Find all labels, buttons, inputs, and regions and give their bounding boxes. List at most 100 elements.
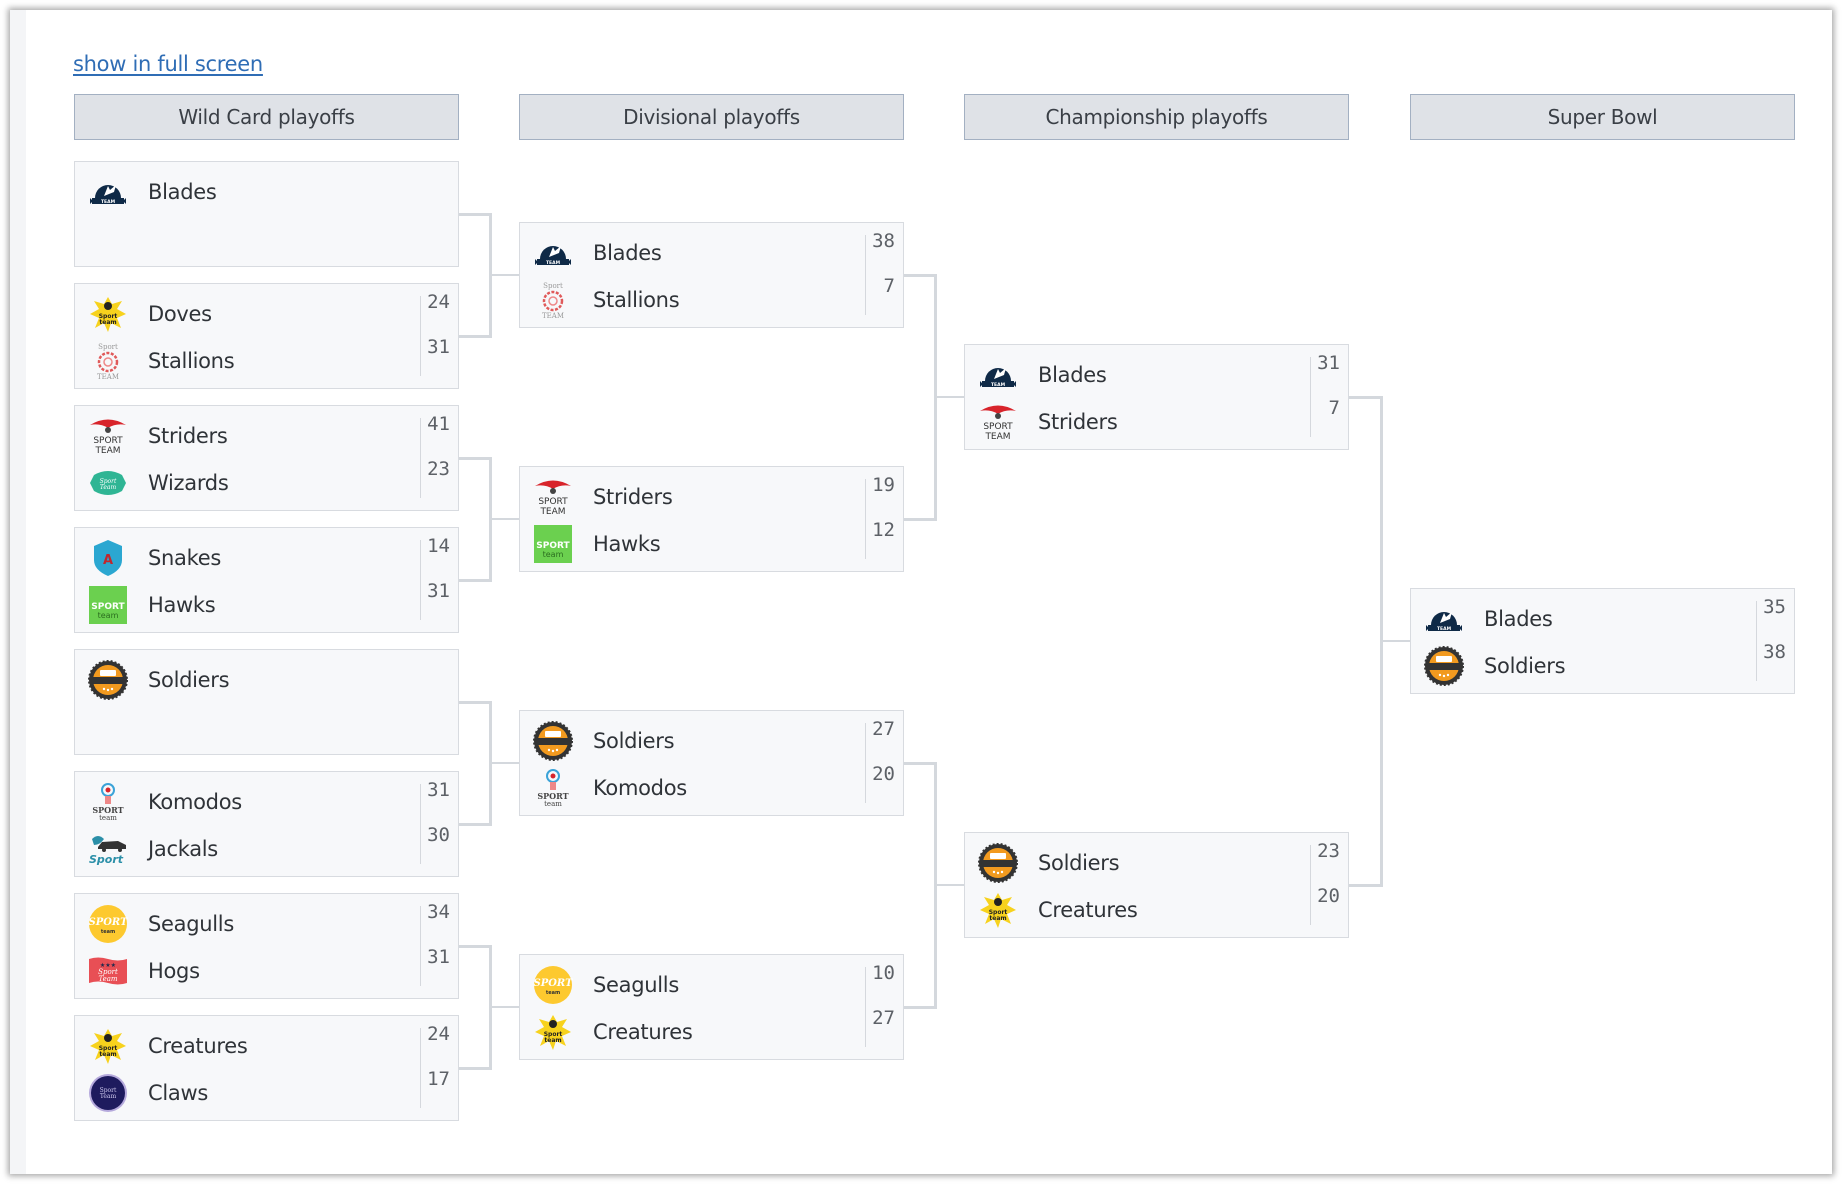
- bracket-connector-line: [489, 518, 519, 520]
- svg-text:TEAM: TEAM: [546, 260, 561, 266]
- team-name: Creatures: [1038, 898, 1138, 922]
- team-score: 17: [427, 1068, 450, 1090]
- team-name: Snakes: [148, 546, 221, 570]
- team-row: SPORT team Komodos: [533, 766, 687, 810]
- team-score: 20: [872, 763, 895, 785]
- match-card[interactable]: Sport team Creatures Sport Team Claws 24 17: [74, 1015, 459, 1121]
- creatures-logo-icon: Sport team: [533, 1012, 573, 1052]
- svg-text:team: team: [544, 1037, 561, 1044]
- bracket-connector-line: [489, 1006, 519, 1008]
- team-row: Sport TEAM Stallions: [88, 339, 235, 383]
- blades-logo-icon: TEAM: [88, 172, 128, 212]
- team-row: TEAM Blades: [978, 353, 1107, 397]
- svg-text:TEAM: TEAM: [1437, 626, 1452, 632]
- svg-text:team: team: [544, 800, 562, 808]
- hawks-logo-icon: SPORT team: [88, 585, 128, 625]
- show-full-screen-link[interactable]: show in full screen: [73, 52, 263, 76]
- team-row: Sport team Doves: [88, 292, 212, 336]
- team-row: SPORT TEAM Striders: [533, 475, 673, 519]
- team-name: Seagulls: [593, 973, 679, 997]
- match-card[interactable]: Sport team Doves Sport TEAM Stallions 24 31: [74, 283, 459, 389]
- svg-text:TEAM: TEAM: [94, 446, 120, 456]
- svg-text:SPORT: SPORT: [533, 978, 573, 989]
- team-row: SPORT team Seagulls: [533, 963, 679, 1007]
- team-row: Sport TEAM Stallions: [533, 278, 680, 322]
- svg-text:Team: Team: [100, 484, 117, 491]
- match-card[interactable]: SPORT team Seagulls Sport team Creatures 10…: [519, 954, 904, 1060]
- svg-text:SPORT: SPORT: [983, 422, 1013, 432]
- team-score: 31: [427, 946, 450, 968]
- svg-text:TEAM: TEAM: [542, 312, 564, 320]
- team-score: 7: [883, 275, 895, 297]
- team-score: 27: [872, 718, 895, 740]
- team-name: Soldiers: [593, 729, 675, 753]
- team-name: Soldiers: [1038, 851, 1120, 875]
- match-card[interactable]: SPORT team Seagulls ★★★ Sport Team Hogs 34 31: [74, 893, 459, 999]
- striders-logo-icon: SPORT TEAM: [88, 416, 128, 456]
- blades-logo-icon: TEAM: [1424, 599, 1464, 639]
- team-score: 31: [427, 336, 450, 358]
- bracket-connector-line: [459, 701, 492, 704]
- match-card[interactable]: SPORT TEAM Striders SPORT team Hawks 19 12: [519, 466, 904, 572]
- team-name: Creatures: [148, 1034, 248, 1058]
- team-row: SPORT team Seagulls: [88, 902, 234, 946]
- match-card[interactable]: TEAM Blades: [74, 161, 459, 267]
- team-name: Hawks: [593, 532, 661, 556]
- team-row: TEAM Blades: [1424, 597, 1553, 641]
- svg-text:Team: Team: [98, 975, 117, 983]
- bracket-connector-line: [934, 884, 964, 886]
- team-score: 34: [427, 901, 450, 923]
- team-row: Soldiers: [978, 841, 1120, 885]
- svg-text:TEAM: TEAM: [984, 432, 1010, 442]
- left-gutter: [10, 10, 26, 1174]
- team-score: 24: [427, 291, 450, 313]
- svg-text:TEAM: TEAM: [101, 199, 116, 205]
- match-card[interactable]: A Snakes SPORT team Hawks 14 31: [74, 527, 459, 633]
- team-score: 14: [427, 535, 450, 557]
- stallions-logo-icon: Sport TEAM: [88, 341, 128, 381]
- svg-text:Sport: Sport: [543, 282, 563, 290]
- team-score: 38: [872, 230, 895, 252]
- match-card[interactable]: SPORT team Komodos Sport Jackals 31 30: [74, 771, 459, 877]
- team-row: SPORT TEAM Striders: [978, 400, 1118, 444]
- match-card[interactable]: Soldiers: [74, 649, 459, 755]
- jackals-logo-icon: Sport: [88, 829, 128, 869]
- team-name: Blades: [593, 241, 662, 265]
- match-card[interactable]: Soldiers Sport team Creatures 23 20: [964, 832, 1349, 938]
- team-score: 31: [427, 580, 450, 602]
- bracket-connector-line: [459, 823, 492, 826]
- team-row: Soldiers: [1424, 644, 1566, 688]
- svg-text:TEAM: TEAM: [539, 507, 565, 517]
- team-name: Striders: [1038, 410, 1118, 434]
- bracket-connector-line: [459, 945, 492, 948]
- bracket-connector-line: [1349, 396, 1383, 399]
- bracket-connector-line: [904, 1006, 937, 1009]
- svg-text:SPORT: SPORT: [538, 497, 568, 507]
- team-score: 7: [1328, 397, 1340, 419]
- bracket-connector-line: [459, 1067, 492, 1070]
- team-row: Sport Team Wizards: [88, 461, 229, 505]
- round-header-super-bowl: Super Bowl: [1410, 94, 1795, 140]
- bracket-connector-line: [1349, 884, 1383, 887]
- match-card[interactable]: TEAM Blades Soldiers 35 38: [1410, 588, 1795, 694]
- bracket-connector-line: [489, 274, 519, 276]
- team-row: A Snakes: [88, 536, 221, 580]
- team-name: Blades: [148, 180, 217, 204]
- svg-text:team: team: [99, 319, 116, 326]
- team-score: 24: [427, 1023, 450, 1045]
- team-score: 38: [1763, 641, 1786, 663]
- svg-text:TEAM: TEAM: [991, 382, 1006, 388]
- team-name: Striders: [593, 485, 673, 509]
- team-name: Doves: [148, 302, 212, 326]
- match-card[interactable]: SPORT TEAM Striders Sport Team Wizards 41 23: [74, 405, 459, 511]
- match-card[interactable]: TEAM Blades SPORT TEAM Striders 31 7: [964, 344, 1349, 450]
- soldiers-logo-icon: [88, 660, 128, 700]
- komodos-logo-icon: SPORT team: [533, 768, 573, 808]
- team-row: Sport Team Claws: [88, 1071, 208, 1115]
- match-card[interactable]: TEAM Blades Sport TEAM Stallions 38 7: [519, 222, 904, 328]
- komodos-logo-icon: SPORT team: [88, 782, 128, 822]
- match-card[interactable]: Soldiers SPORT team Komodos 27 20: [519, 710, 904, 816]
- team-score: 23: [1317, 840, 1340, 862]
- team-row: SPORT team Hawks: [88, 583, 216, 627]
- team-row: TEAM Blades: [533, 231, 662, 275]
